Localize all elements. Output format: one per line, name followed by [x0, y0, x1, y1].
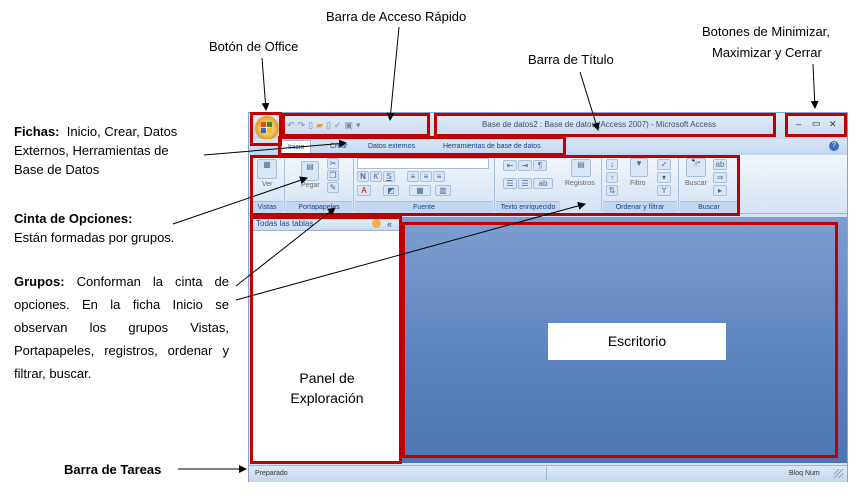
arrow-cinta: [172, 176, 308, 225]
annotation-arrows: [172, 26, 819, 473]
arrow-window-buttons: [810, 63, 819, 109]
arrow-grupos-1: [235, 207, 336, 287]
arrow-title: [579, 71, 600, 131]
arrow-quick-access: [386, 26, 400, 121]
arrow-grupos-2: [235, 201, 586, 301]
arrow-fichas: [203, 139, 347, 156]
arrow-office: [261, 57, 270, 111]
